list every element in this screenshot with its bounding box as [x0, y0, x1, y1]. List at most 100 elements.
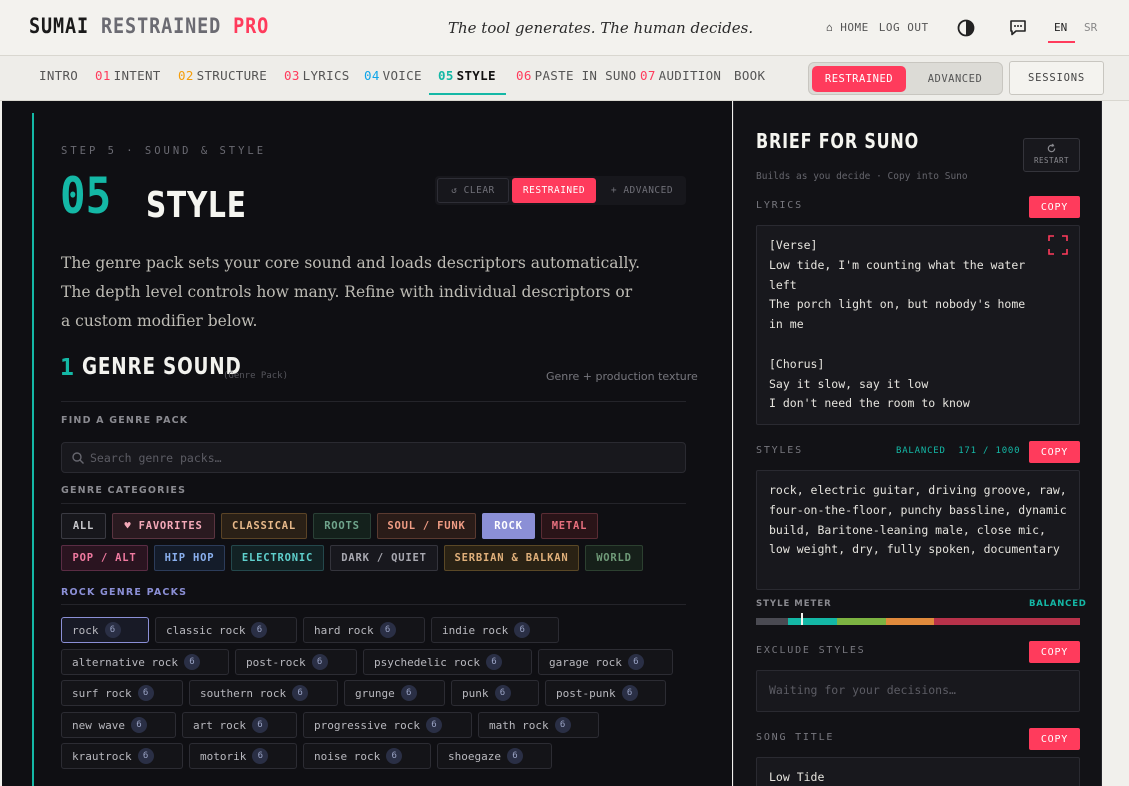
restart-icon [1047, 143, 1056, 153]
home-link[interactable]: ⌂ HOME [826, 21, 869, 34]
category-soul-funk[interactable]: SOUL / FUNK [377, 513, 476, 539]
step-intro: The genre pack sets your core sound and … [61, 254, 641, 330]
nav-intent[interactable]: 01 INTENT [95, 68, 161, 83]
step-panel: STEP 5 · SOUND & STYLE 05 STYLE ↺ CLEAR … [2, 101, 732, 786]
section-title: GENRE SOUND [82, 354, 242, 380]
clear-button[interactable]: ↺ CLEAR [437, 178, 509, 203]
lyrics-box[interactable]: [Verse] Low tide, I'm counting what the … [756, 225, 1080, 425]
search-icon [72, 452, 84, 464]
divider [61, 503, 686, 504]
genre-pack-rock[interactable]: rock 6 [61, 617, 149, 643]
exclude-styles-label: EXCLUDE STYLES [756, 645, 866, 656]
step-controls: ↺ CLEAR RESTRAINED + ADVANCED [435, 176, 686, 205]
category-metal[interactable]: METAL [541, 513, 598, 539]
genre-pack-new-wave[interactable]: new wave 6 [61, 712, 176, 738]
styles-label: STYLES [756, 445, 803, 456]
page-title: STYLE [146, 185, 247, 226]
genre-pack-art-rock[interactable]: art rock 6 [182, 712, 297, 738]
genre-pack-indie-rock[interactable]: indie rock 6 [431, 617, 559, 643]
category-classical[interactable]: CLASSICAL [221, 513, 307, 539]
category-serbian-balkan[interactable]: SERBIAN & BALKAN [444, 545, 579, 571]
genre-pack-garage-rock[interactable]: garage rock 6 [538, 649, 673, 675]
genre-pack-noise-rock[interactable]: noise rock 6 [303, 743, 431, 769]
step-restrained-button[interactable]: RESTRAINED [512, 178, 596, 203]
genre-pack-hard-rock[interactable]: hard rock 6 [303, 617, 425, 643]
genre-pack-southern-rock[interactable]: southern rock 6 [189, 680, 338, 706]
rock-packs-label: ROCK GENRE PACKS [61, 587, 188, 598]
genre-pack-psychedelic-rock[interactable]: psychedelic rock 6 [363, 649, 532, 675]
genre-pack-post-rock[interactable]: post-rock 6 [235, 649, 357, 675]
brief-subtitle: Builds as you decide · Copy into Suno [756, 171, 968, 182]
brand-logo[interactable]: SUMAI RESTRAINED PRO [29, 14, 269, 38]
top-links: ⌂ HOME LOG OUT [826, 21, 939, 34]
category-all[interactable]: ALL [61, 513, 106, 539]
tagline: The tool generates. The human decides. [448, 19, 754, 37]
brief-panel: BRIEF FOR SUNO Builds as you decide · Co… [733, 101, 1102, 786]
genre-search [61, 442, 686, 473]
copy-styles-button[interactable]: COPY [1029, 441, 1080, 463]
theme-toggle-icon[interactable] [955, 17, 977, 39]
section-number: 1 [60, 355, 74, 381]
top-bar: SUMAI RESTRAINED PRO The tool generates.… [0, 0, 1129, 56]
song-title-label: SONG TITLE [756, 732, 835, 743]
nav-lyrics[interactable]: 03 LYRICS [284, 68, 350, 83]
genre-categories-label: GENRE CATEGORIES [61, 485, 187, 496]
category-electronic[interactable]: ELECTRONIC [231, 545, 324, 571]
nav-book[interactable]: BOOK [734, 68, 765, 83]
mode-toggle: RESTRAINED ADVANCED [808, 62, 1003, 95]
lang-sr[interactable]: SR [1084, 21, 1097, 34]
nav-structure[interactable]: 02 STRUCTURE [178, 68, 267, 83]
lang-en[interactable]: EN [1047, 21, 1076, 43]
nav-paste-in-suno[interactable]: 06 PASTE IN SUNO [516, 68, 636, 83]
genre-pack-surf-rock[interactable]: surf rock 6 [61, 680, 183, 706]
exclude-styles-box[interactable]: Waiting for your decisions… [756, 670, 1080, 712]
nav-voice[interactable]: 04 VOICE [364, 68, 422, 83]
category-rock[interactable]: ROCK [482, 513, 535, 539]
brief-title: BRIEF FOR SUNO [756, 129, 920, 153]
genre-pack-progressive-rock[interactable]: progressive rock 6 [303, 712, 472, 738]
sessions-button[interactable]: SESSIONS [1009, 61, 1104, 95]
category-favorites[interactable]: ♥ FAVORITES [112, 513, 215, 539]
step-advanced-button[interactable]: + ADVANCED [601, 178, 683, 203]
copy-title-button[interactable]: COPY [1029, 728, 1080, 750]
style-meter-marker [801, 613, 804, 625]
category-dark-quiet[interactable]: DARK / QUIET [330, 545, 438, 571]
section-note: Genre + production texture [546, 370, 698, 383]
logout-link[interactable]: LOG OUT [879, 21, 929, 34]
category-pop-alt[interactable]: POP / ALT [61, 545, 148, 571]
lyrics-label: LYRICS [756, 200, 803, 211]
genre-pack-motorik[interactable]: motorik 6 [189, 743, 297, 769]
genre-pack-grunge[interactable]: grunge 6 [344, 680, 445, 706]
restart-button[interactable]: RESTART [1023, 138, 1080, 172]
step-rail [32, 113, 34, 786]
genre-pack-post-punk[interactable]: post-punk 6 [545, 680, 666, 706]
category-world[interactable]: WORLD [585, 545, 643, 571]
category-roots[interactable]: ROOTS [313, 513, 371, 539]
category-hip-hop[interactable]: HIP HOP [154, 545, 225, 571]
divider [61, 401, 686, 402]
genre-pack-alternative-rock[interactable]: alternative rock 6 [61, 649, 229, 675]
song-title-box[interactable]: Low Tide [756, 757, 1080, 786]
genre-pack-classic-rock[interactable]: classic rock 6 [155, 617, 297, 643]
mode-restrained-button[interactable]: RESTRAINED [812, 66, 906, 92]
feedback-chat-icon[interactable] [1007, 17, 1029, 39]
style-meter-state: BALANCED [1029, 599, 1087, 609]
genre-pack-punk[interactable]: punk 6 [451, 680, 539, 706]
divider [61, 604, 686, 605]
nav-style[interactable]: 05 STYLE [429, 68, 506, 95]
styles-count: BALANCED 171 / 1000 [896, 446, 1021, 456]
expand-icon[interactable] [1048, 235, 1068, 255]
genre-pack-krautrock[interactable]: krautrock 6 [61, 743, 183, 769]
genre-pack-math-rock[interactable]: math rock 6 [478, 712, 599, 738]
copy-lyrics-button[interactable]: COPY [1029, 196, 1080, 218]
copy-exclude-button[interactable]: COPY [1029, 641, 1080, 663]
style-meter [756, 618, 1080, 625]
nav-audition[interactable]: 07 AUDITION [640, 68, 721, 83]
step-eyebrow: STEP 5 · SOUND & STYLE [61, 145, 267, 157]
nav-intro[interactable]: INTRO [39, 68, 78, 83]
mode-advanced-button[interactable]: ADVANCED [909, 66, 1001, 92]
genre-pack-shoegaze[interactable]: shoegaze 6 [437, 743, 552, 769]
styles-box[interactable]: rock, electric guitar, driving groove, r… [756, 470, 1080, 590]
style-meter-label: STYLE METER [756, 599, 832, 609]
genre-search-input[interactable] [90, 443, 670, 472]
